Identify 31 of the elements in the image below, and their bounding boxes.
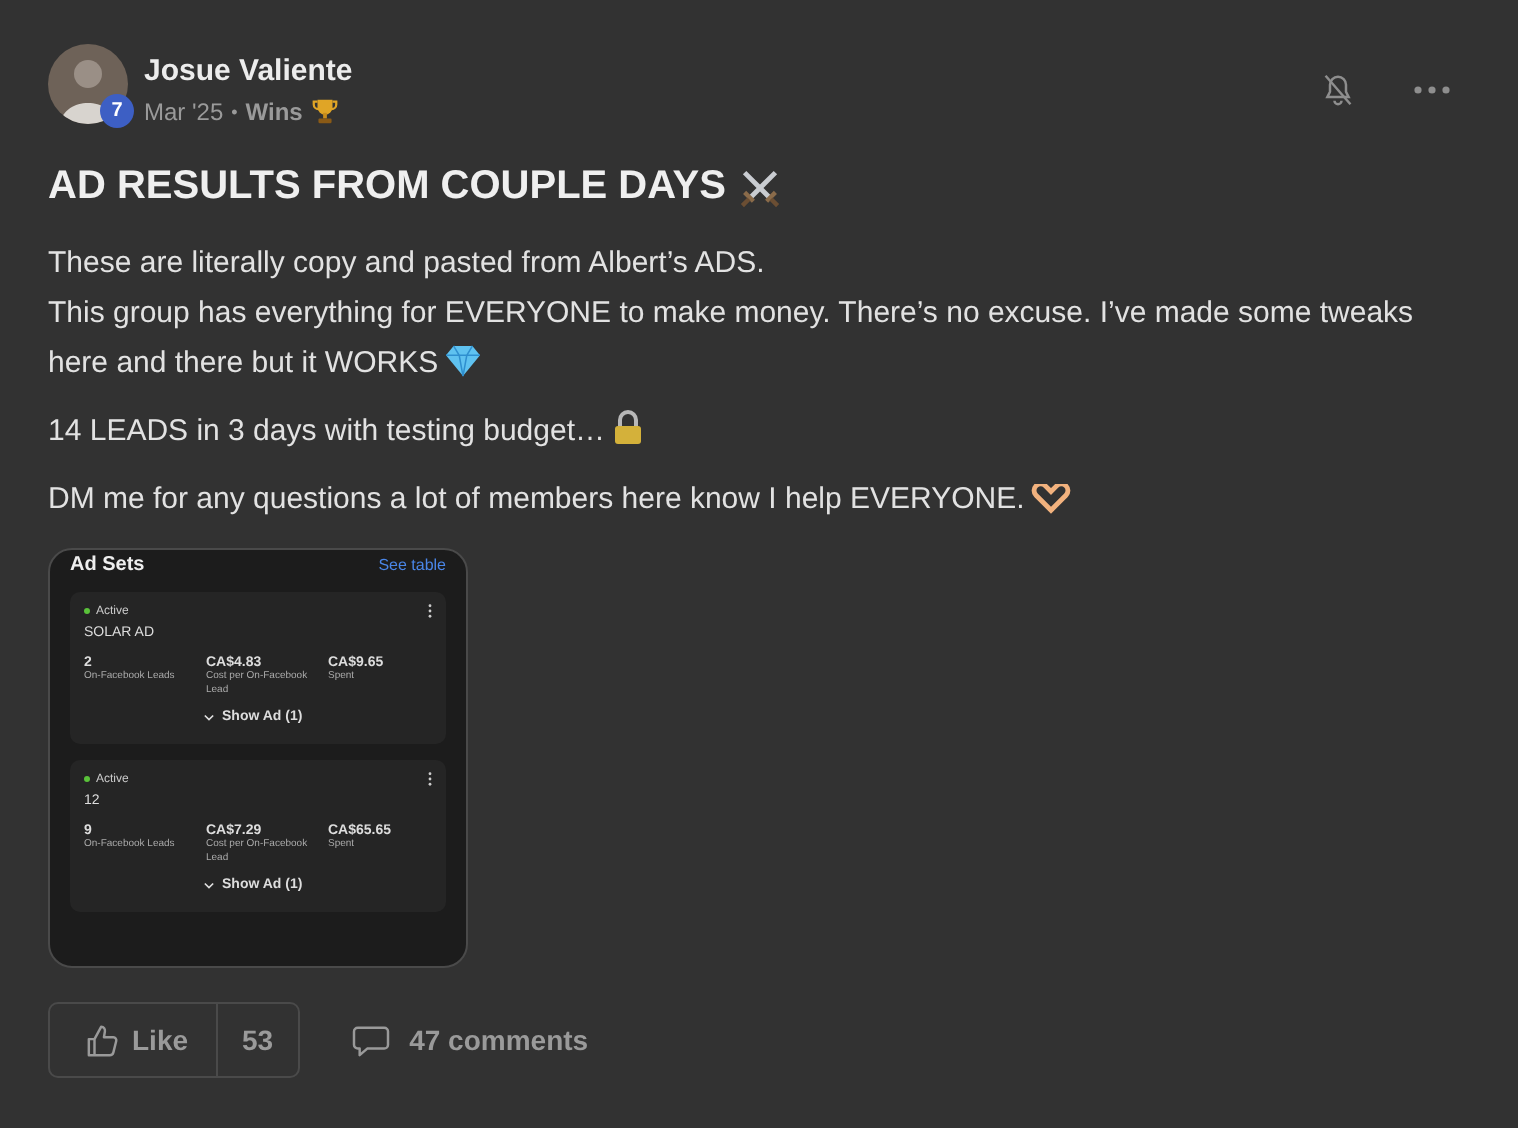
level-badge: 7	[100, 94, 134, 128]
more-options-icon[interactable]	[1414, 86, 1450, 94]
padlock-icon	[611, 410, 643, 446]
chevron-down-icon	[204, 881, 214, 889]
heart-hands-icon	[1030, 484, 1073, 514]
post-text: here and there but it WORKS	[48, 346, 439, 380]
speech-bubble-icon	[351, 1023, 390, 1057]
screenshot-heading: Ad Sets	[70, 554, 145, 576]
separator-dot: •	[231, 101, 238, 121]
crossed-swords-icon	[737, 165, 782, 209]
post-title: AD RESULTS FROM COUPLE DAYS	[48, 164, 726, 210]
like-count: 53	[240, 1022, 276, 1060]
status-dot-icon	[84, 608, 90, 614]
post-date: Mar '25	[144, 97, 224, 125]
embedded-screenshot[interactable]	[48, 548, 468, 968]
post-text: This group has everything for EVERYONE to make money. There’s no excuse. I’ve made some tweaks	[48, 296, 1414, 330]
like-button[interactable]: Like	[50, 1004, 219, 1076]
post-text: These are literally copy and pasted from Albert’s ADS.	[48, 246, 765, 280]
post-text: DM me for any questions a lot of members here know I help EVERYONE.	[48, 482, 1025, 516]
category-label[interactable]: Wins	[245, 97, 303, 125]
trophy-icon	[310, 96, 341, 126]
thumbs-up-icon	[86, 1023, 120, 1057]
see-table-link: See table	[378, 556, 446, 574]
status-dot-icon	[84, 776, 90, 782]
author-name[interactable]: Josue Valiente	[144, 54, 353, 88]
bell-muted-icon[interactable]	[1322, 72, 1354, 108]
post-text: 14 LEADS in 3 days with testing budget…	[48, 414, 605, 448]
avatar-silhouette[interactable]	[48, 44, 128, 124]
chevron-down-icon	[204, 713, 214, 721]
gem-icon	[444, 344, 483, 378]
comments-button[interactable]: 47 comments	[351, 1023, 589, 1057]
